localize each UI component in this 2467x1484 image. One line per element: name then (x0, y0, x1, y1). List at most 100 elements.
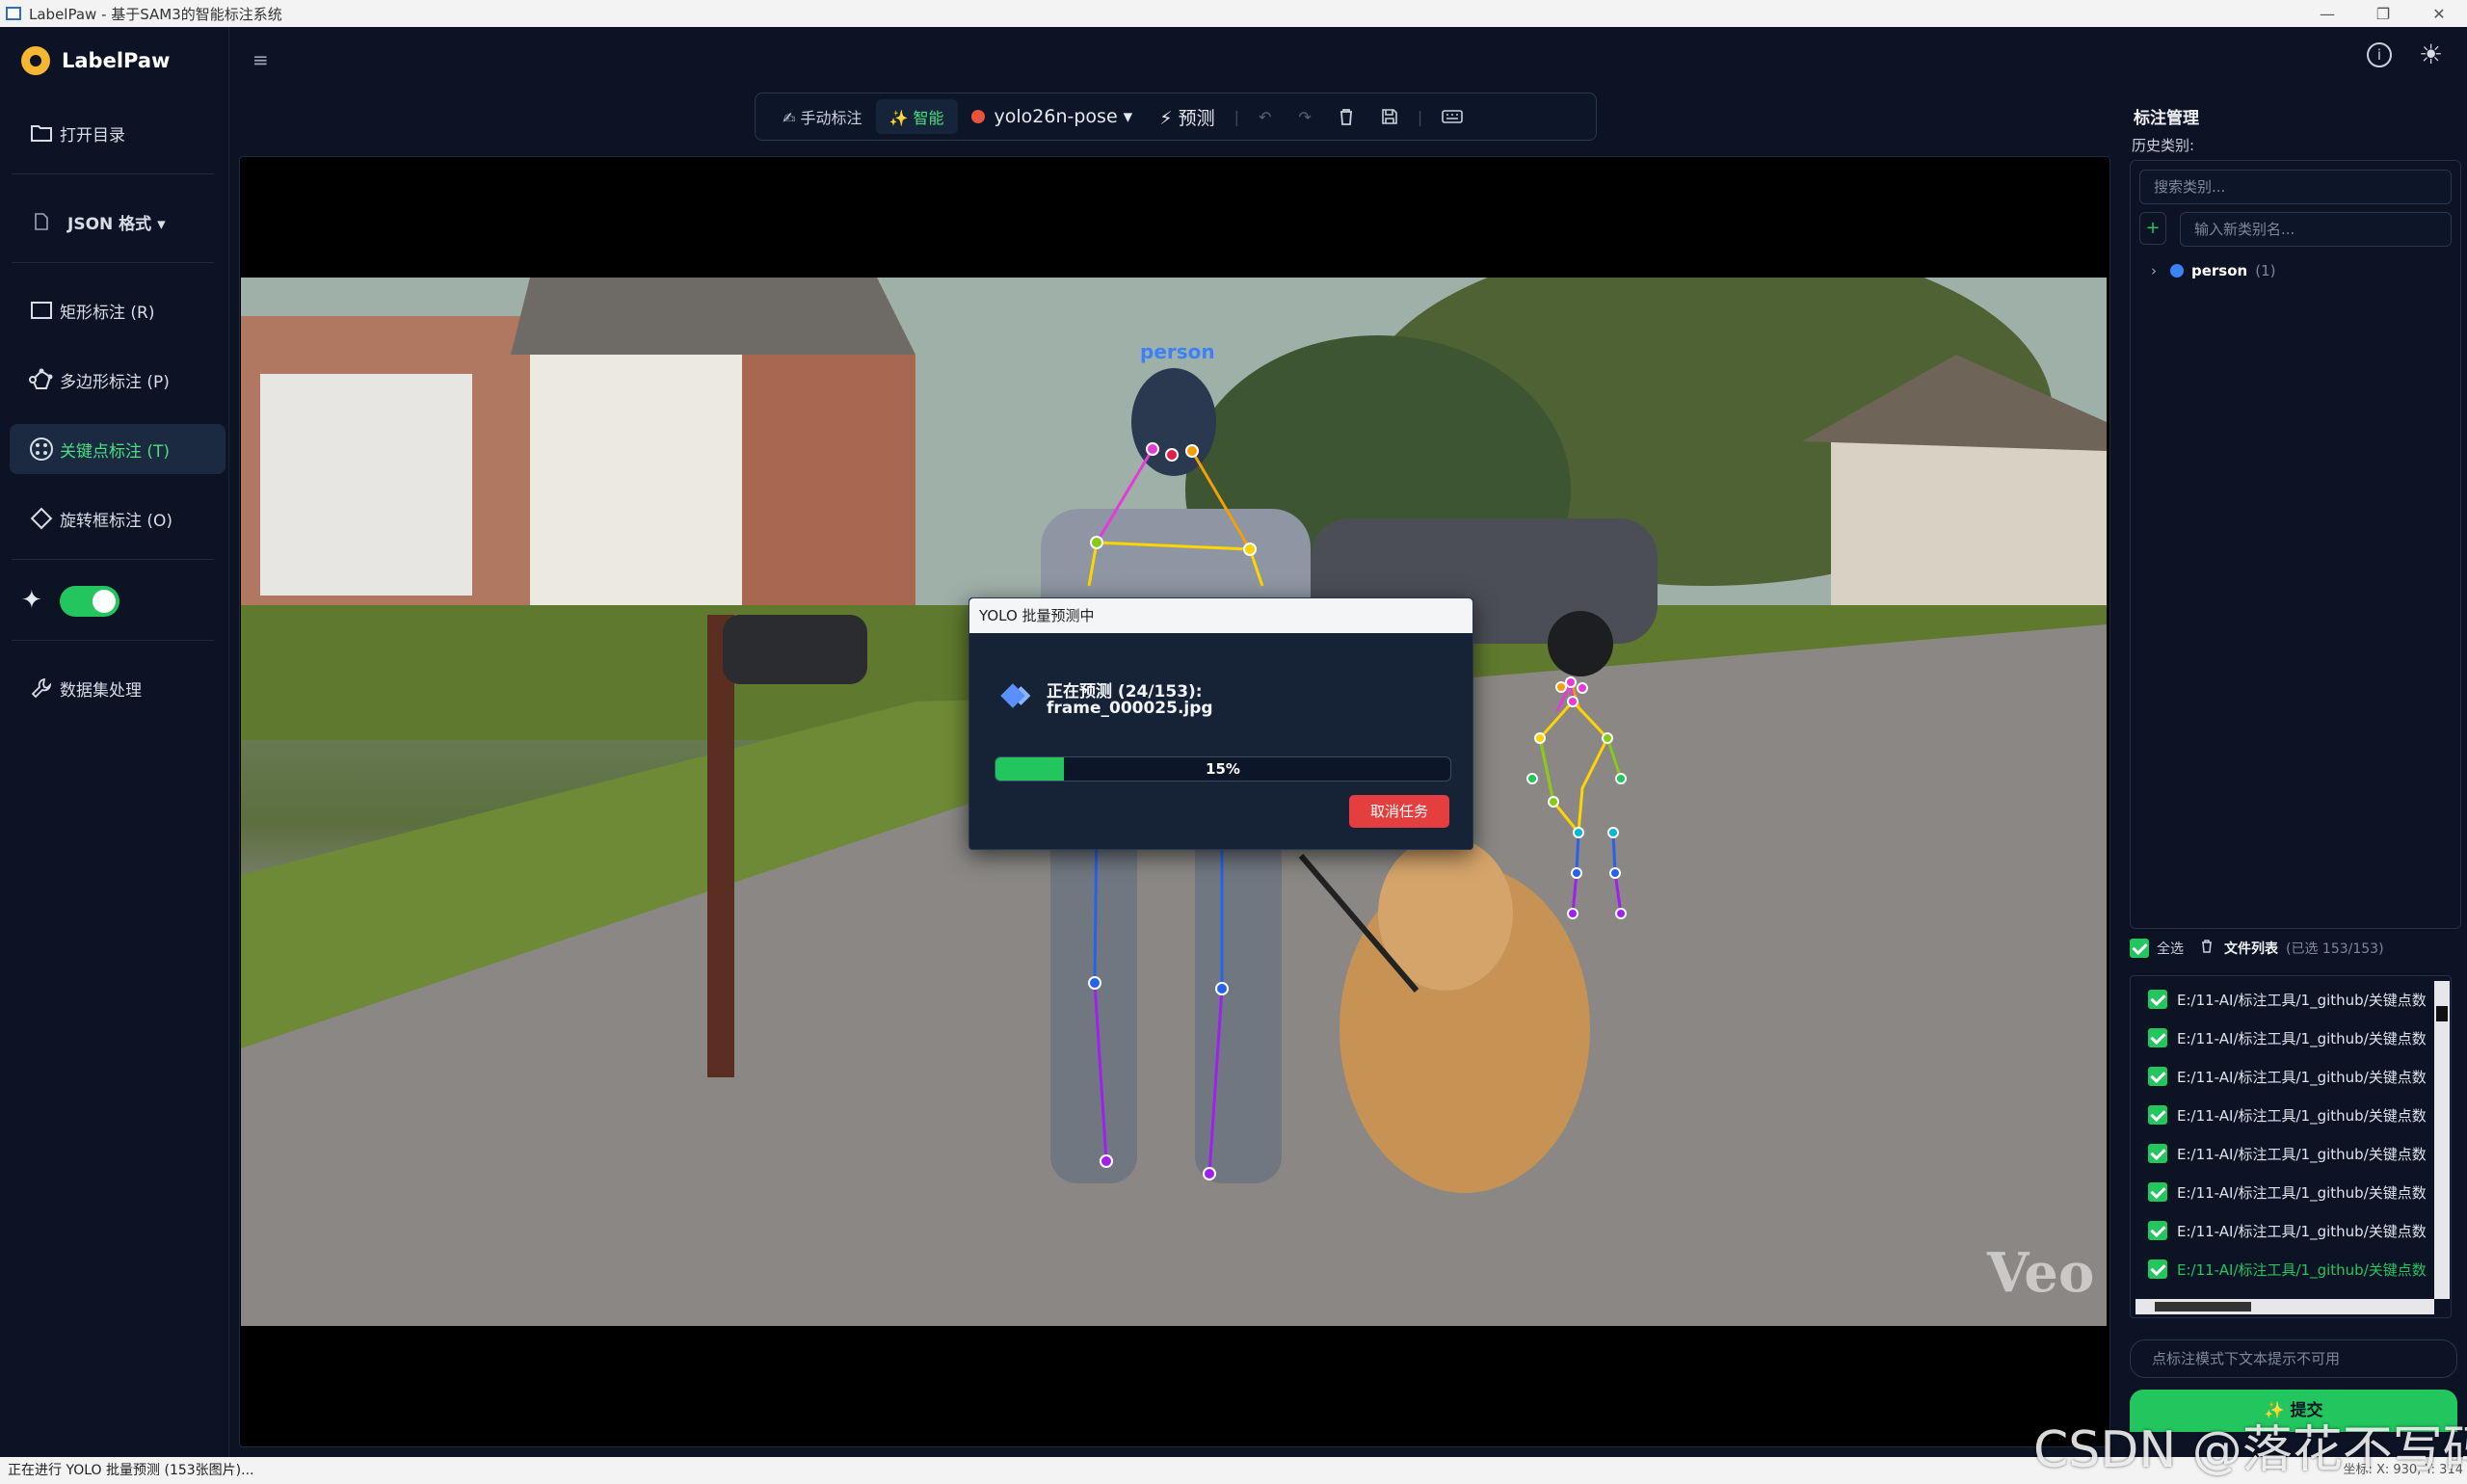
file-list-item[interactable]: E:/11-AI/标注工具/1_github/关键点数 (2148, 1134, 2437, 1173)
csdn-watermark: CSDN @落花不写码 (2033, 1421, 2467, 1479)
tool-polygon[interactable]: 多边形标注 (P) (10, 355, 225, 405)
manual-mode-button[interactable]: ✍ 手动标注 (769, 99, 876, 134)
redo-icon[interactable]: ↷ (1285, 99, 1324, 134)
dataset-processing-button[interactable]: 数据集处理 (10, 663, 225, 713)
info-icon[interactable]: i (2367, 42, 2392, 67)
tool-rectangle-label: 矩形标注 (R) (60, 303, 155, 323)
divider (12, 559, 214, 560)
file-list-count: (已选 153/153) (2286, 941, 2384, 957)
predict-button[interactable]: ⚡ 预测 (1146, 99, 1228, 134)
new-class-input[interactable]: 输入新类别名... (2180, 212, 2452, 247)
text-prompt-input[interactable]: 点标注模式下文本提示不可用 (2130, 1339, 2457, 1378)
ai-assist-toggle[interactable] (60, 586, 119, 617)
toolbar-divider: | (1234, 107, 1239, 126)
menu-toggle-icon[interactable]: ≡ (252, 48, 269, 71)
file-path: E:/11-AI/标注工具/1_github/关键点数 (2177, 1145, 2427, 1163)
minimize-button[interactable]: — (2299, 5, 2355, 23)
select-all-label: 全选 (2157, 941, 2184, 957)
panel-title: 标注管理 (2134, 109, 2199, 128)
logo-text: LabelPaw (62, 49, 171, 72)
add-class-button[interactable]: + (2139, 212, 2166, 245)
class-item-person[interactable]: › person (1) (2151, 262, 2275, 279)
file-icon (29, 209, 54, 234)
file-checkbox[interactable] (2148, 1259, 2167, 1279)
video-watermark: Veo (1987, 1241, 2095, 1305)
predict-filename: frame_000025.jpg (1047, 699, 1213, 718)
model-icon (970, 110, 985, 123)
file-list-item[interactable]: E:/11-AI/标注工具/1_github/关键点数 (2148, 980, 2437, 1019)
file-path: E:/11-AI/标注工具/1_github/关键点数 (2177, 1183, 2427, 1202)
file-path: E:/11-AI/标注工具/1_github/关键点数 (2177, 1068, 2427, 1086)
keypoint-icon (29, 437, 54, 462)
file-path: E:/11-AI/标注工具/1_github/关键点数 (2177, 1106, 2427, 1125)
folder-icon (29, 120, 54, 146)
wrench-icon (29, 676, 54, 701)
class-count: (1) (2255, 262, 2276, 279)
file-list-vertical-scrollbar[interactable] (2434, 981, 2450, 1299)
file-list-item[interactable]: E:/11-AI/标注工具/1_github/关键点数 (2148, 1019, 2437, 1057)
progress-text: 15% (1206, 760, 1240, 778)
canvas-toolbar: ✍ 手动标注 ✨ 智能 yolo26n-pose ▾ ⚡ 预测 | ↶ ↷ | (755, 93, 1597, 141)
file-checkbox[interactable] (2148, 1105, 2167, 1125)
model-select-label: yolo26n-pose ▾ (994, 106, 1133, 127)
tool-polygon-label: 多边形标注 (P) (60, 372, 170, 392)
dialog-title: YOLO 批量预测中 (969, 598, 1472, 633)
tool-rectangle[interactable]: 矩形标注 (R) (10, 285, 225, 335)
file-list-item[interactable]: E:/11-AI/标注工具/1_github/关键点数 (2148, 1173, 2437, 1211)
open-directory-button[interactable]: 打开目录 (10, 108, 225, 158)
sparkle-icon: ✦ (21, 586, 42, 615)
scrollbar-thumb[interactable] (2436, 1006, 2448, 1021)
file-list-horizontal-scrollbar[interactable] (2135, 1299, 2434, 1314)
window-title: LabelPaw - 基于SAM3的智能标注系统 (29, 5, 282, 23)
sun-icon[interactable]: ☀ (2419, 39, 2443, 70)
divider (12, 262, 214, 263)
paw-icon (21, 46, 50, 75)
delete-icon[interactable] (1325, 99, 1367, 134)
file-checkbox[interactable] (2148, 1067, 2167, 1086)
file-list-item-current[interactable]: E:/11-AI/标注工具/1_github/关键点数 (2148, 1250, 2437, 1288)
annotation-class-label: person (1140, 340, 1215, 363)
trash-icon[interactable] (2201, 940, 2213, 957)
file-checkbox[interactable] (2148, 990, 2167, 1009)
toolbar-divider: | (1417, 107, 1423, 126)
rotated-box-icon (29, 506, 54, 531)
divider (12, 173, 214, 174)
polygon-icon (29, 367, 54, 392)
divider (12, 640, 214, 641)
file-path: E:/11-AI/标注工具/1_github/关键点数 (2177, 1260, 2427, 1279)
model-select[interactable]: yolo26n-pose ▾ (958, 99, 1147, 134)
close-button[interactable]: ✕ (2411, 5, 2467, 23)
file-list-item[interactable]: E:/11-AI/标注工具/1_github/关键点数 (2148, 1057, 2437, 1096)
file-path: E:/11-AI/标注工具/1_github/关键点数 (2177, 1222, 2427, 1240)
chevron-right-icon[interactable]: › (2151, 262, 2157, 279)
scrollbar-thumb[interactable] (2155, 1302, 2251, 1312)
smart-mode-button[interactable]: ✨ 智能 (875, 99, 958, 134)
file-checkbox[interactable] (2148, 1144, 2167, 1163)
batch-predict-dialog: YOLO 批量预测中 正在预测 (24/153): frame_000025.j… (968, 597, 1473, 850)
file-list-header: 全选 文件列表 (已选 153/153) (2130, 939, 2384, 958)
class-color-dot (2170, 264, 2184, 278)
file-list-item[interactable]: E:/11-AI/标注工具/1_github/关键点数 (2148, 1211, 2437, 1250)
file-checkbox[interactable] (2148, 1182, 2167, 1202)
history-classes-label: 历史类别: (2132, 137, 2195, 154)
file-checkbox[interactable] (2148, 1028, 2167, 1047)
sidebar: LabelPaw 打开目录 JSON 格式 ▾ 矩形标注 (R) 多边形标注 (… (0, 27, 229, 1457)
cancel-task-button[interactable]: 取消任务 (1349, 795, 1449, 828)
save-icon[interactable] (1367, 99, 1412, 134)
undo-icon[interactable]: ↶ (1245, 99, 1285, 134)
tool-rotated-box[interactable]: 旋转框标注 (O) (10, 493, 225, 543)
file-list-item[interactable]: E:/11-AI/标注工具/1_github/关键点数 (2148, 1096, 2437, 1134)
file-checkbox[interactable] (2148, 1221, 2167, 1240)
file-path: E:/11-AI/标注工具/1_github/关键点数 (2177, 1029, 2427, 1047)
select-all-checkbox[interactable] (2130, 939, 2149, 958)
maximize-button[interactable]: ❐ (2355, 5, 2411, 23)
rectangle-icon (29, 298, 54, 323)
progress-bar: 15% (995, 756, 1451, 782)
progress-icon (1000, 683, 1025, 708)
class-search-input[interactable]: 搜索类别... (2139, 170, 2452, 204)
file-list: E:/11-AI/标注工具/1_github/关键点数 E:/11-AI/标注工… (2130, 975, 2452, 1318)
keyboard-icon[interactable] (1428, 99, 1476, 134)
tool-rotated-box-label: 旋转框标注 (O) (60, 511, 173, 531)
format-dropdown[interactable]: JSON 格式 ▾ (10, 197, 225, 247)
tool-keypoint[interactable]: 关键点标注 (T) (10, 424, 225, 474)
